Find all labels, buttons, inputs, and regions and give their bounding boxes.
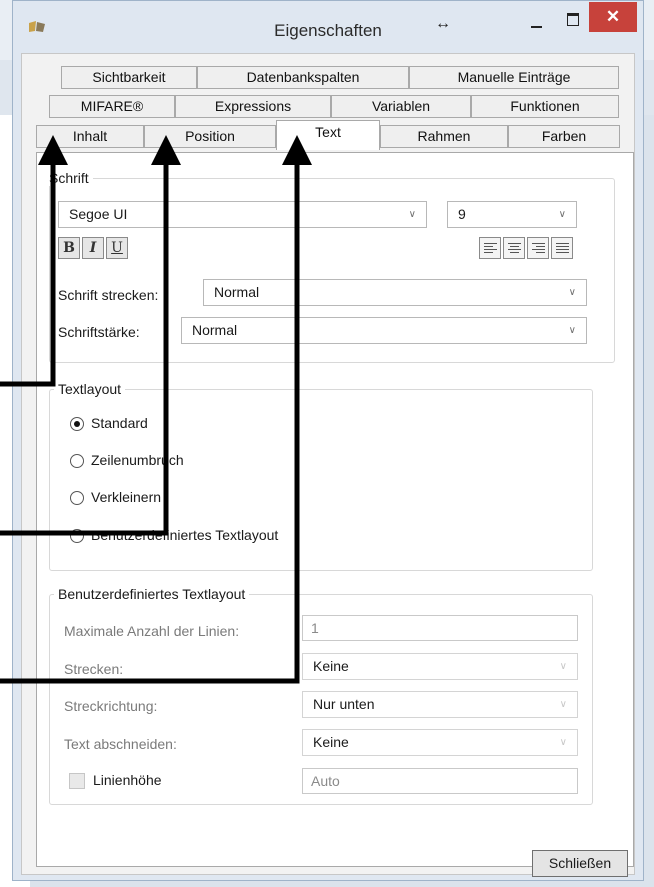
tab-mifare[interactable]: MIFARE® bbox=[49, 95, 175, 118]
close-window-button[interactable]: ✕ bbox=[589, 2, 637, 32]
bold-button[interactable]: B bbox=[58, 237, 80, 259]
radio-custom-layout[interactable] bbox=[70, 529, 84, 543]
strecken-value: Keine bbox=[313, 658, 349, 674]
strecken-label: Strecken: bbox=[64, 661, 124, 677]
weight-label: Schriftstärke: bbox=[58, 324, 140, 340]
radio-verkleinern-label: Verkleinern bbox=[91, 489, 162, 505]
chevron-down-icon: ∨ bbox=[568, 287, 576, 298]
tab-variablen[interactable]: Variablen bbox=[331, 95, 471, 118]
tab-manuelle-eintraege[interactable]: Manuelle Einträge bbox=[409, 66, 619, 89]
radio-verkleinern[interactable] bbox=[70, 491, 84, 505]
align-right-icon[interactable] bbox=[527, 237, 549, 259]
align-center-icon[interactable] bbox=[503, 237, 525, 259]
tab-position[interactable]: Position bbox=[144, 125, 276, 148]
tab-datenbankspalten[interactable]: Datenbankspalten bbox=[197, 66, 409, 89]
title-bar[interactable]: Eigenschaften ↔ ✕ bbox=[13, 1, 643, 53]
font-stretch-value: Normal bbox=[214, 284, 260, 300]
line-height-input[interactable]: Auto bbox=[302, 768, 578, 794]
chevron-down-icon: ∨ bbox=[558, 209, 566, 220]
tab-inhalt[interactable]: Inhalt bbox=[36, 125, 144, 148]
minimize-button[interactable] bbox=[521, 9, 551, 33]
align-left-icon[interactable] bbox=[479, 237, 501, 259]
text-abschneiden-value: Keine bbox=[313, 734, 349, 750]
line-height-checkbox[interactable] bbox=[69, 773, 85, 789]
close-icon: ✕ bbox=[605, 7, 621, 26]
tab-page-text: Schrift Segoe UI ∨ 9 ∨ B I U Schrift str… bbox=[36, 152, 634, 867]
align-justify-icon[interactable] bbox=[551, 237, 573, 259]
max-lines-input[interactable]: 1 bbox=[302, 615, 578, 641]
stretch-label: Schrift strecken: bbox=[58, 287, 159, 303]
radio-zeilenumbruch[interactable] bbox=[70, 454, 84, 468]
radio-standard-label: Standard bbox=[91, 415, 148, 431]
radio-zeilenumbruch-label: Zeilenumbruch bbox=[91, 452, 184, 468]
maximize-button[interactable] bbox=[558, 9, 588, 33]
line-height-label: Linienhöhe bbox=[93, 772, 162, 788]
chevron-down-icon: ∨ bbox=[568, 325, 576, 336]
radio-standard[interactable] bbox=[70, 417, 84, 431]
textlayout-group-label: Textlayout bbox=[54, 381, 126, 397]
italic-button[interactable]: I bbox=[82, 237, 104, 259]
tab-sichtbarkeit[interactable]: Sichtbarkeit bbox=[61, 66, 197, 89]
chevron-down-icon: ∨ bbox=[559, 699, 567, 710]
resize-icon[interactable]: ↔ bbox=[435, 15, 451, 33]
tab-funktionen[interactable]: Funktionen bbox=[471, 95, 619, 118]
radio-custom-layout-label: Benutzerdefiniertes Textlayout bbox=[91, 527, 279, 543]
tab-rahmen[interactable]: Rahmen bbox=[380, 125, 508, 148]
streckrichtung-select[interactable]: Nur unten ∨ bbox=[302, 691, 578, 718]
font-weight-value: Normal bbox=[192, 322, 238, 338]
text-abschneiden-select[interactable]: Keine ∨ bbox=[302, 729, 578, 756]
dialog-client-area: Sichtbarkeit Datenbankspalten Manuelle E… bbox=[21, 53, 635, 877]
tab-text[interactable]: Text bbox=[276, 120, 380, 150]
text-abschneiden-label: Text abschneiden: bbox=[64, 736, 177, 752]
close-button[interactable]: Schließen bbox=[532, 850, 628, 877]
chevron-down-icon: ∨ bbox=[408, 209, 416, 220]
streckrichtung-label: Streckrichtung: bbox=[64, 698, 158, 714]
font-family-value: Segoe UI bbox=[69, 206, 128, 222]
max-lines-label: Maximale Anzahl der Linien: bbox=[64, 623, 240, 639]
chevron-down-icon: ∨ bbox=[559, 661, 567, 672]
font-size-select[interactable]: 9 ∨ bbox=[447, 201, 577, 228]
font-family-select[interactable]: Segoe UI ∨ bbox=[58, 201, 427, 228]
font-size-value: 9 bbox=[458, 206, 466, 222]
properties-dialog: Eigenschaften ↔ ✕ Sichtbarkeit Datenbank… bbox=[12, 0, 644, 881]
strecken-select[interactable]: Keine ∨ bbox=[302, 653, 578, 680]
underline-button[interactable]: U bbox=[106, 237, 128, 259]
schrift-group-label: Schrift bbox=[45, 170, 93, 186]
chevron-down-icon: ∨ bbox=[559, 737, 567, 748]
streckrichtung-value: Nur unten bbox=[313, 696, 375, 712]
tab-farben[interactable]: Farben bbox=[508, 125, 620, 148]
font-stretch-select[interactable]: Normal ∨ bbox=[203, 279, 587, 306]
tab-expressions[interactable]: Expressions bbox=[175, 95, 331, 118]
font-weight-select[interactable]: Normal ∨ bbox=[181, 317, 587, 344]
custom-layout-group-label: Benutzerdefiniertes Textlayout bbox=[54, 586, 250, 602]
